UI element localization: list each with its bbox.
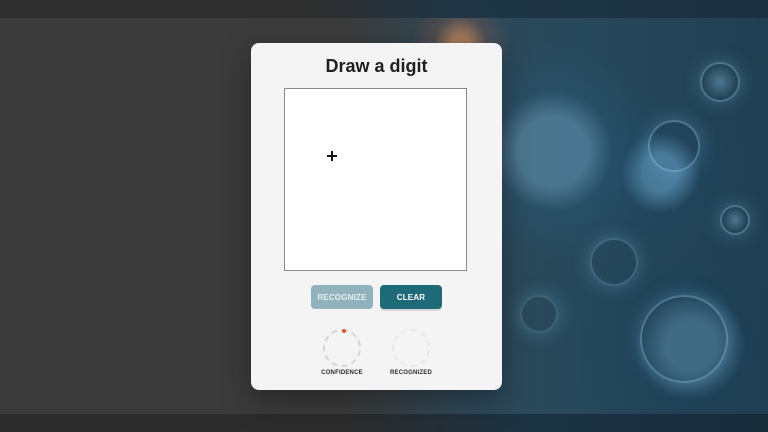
bokeh-light — [700, 62, 740, 102]
confidence-indicator-dot — [342, 329, 346, 333]
recognize-button[interactable]: RECOGNIZE — [311, 285, 373, 309]
digit-card: Draw a digit RECOGNIZE CLEAR CONFIDENCE … — [251, 43, 502, 390]
clear-button[interactable]: CLEAR — [380, 285, 442, 309]
page-title: Draw a digit — [325, 56, 428, 76]
bottom-bar — [0, 414, 768, 432]
bokeh-light — [720, 205, 750, 235]
crosshair-icon — [327, 151, 337, 161]
recognized-meter — [392, 329, 430, 367]
bokeh-ring — [648, 120, 700, 172]
recognized-label: RECOGNIZED — [389, 370, 432, 376]
confidence-meter — [323, 329, 361, 367]
drawing-canvas[interactable] — [284, 88, 467, 271]
confidence-label: CONFIDENCE — [321, 370, 363, 376]
top-bar — [0, 0, 768, 18]
bokeh-ring — [640, 295, 728, 383]
bokeh-ring — [520, 295, 558, 333]
bokeh-ring — [590, 238, 638, 286]
